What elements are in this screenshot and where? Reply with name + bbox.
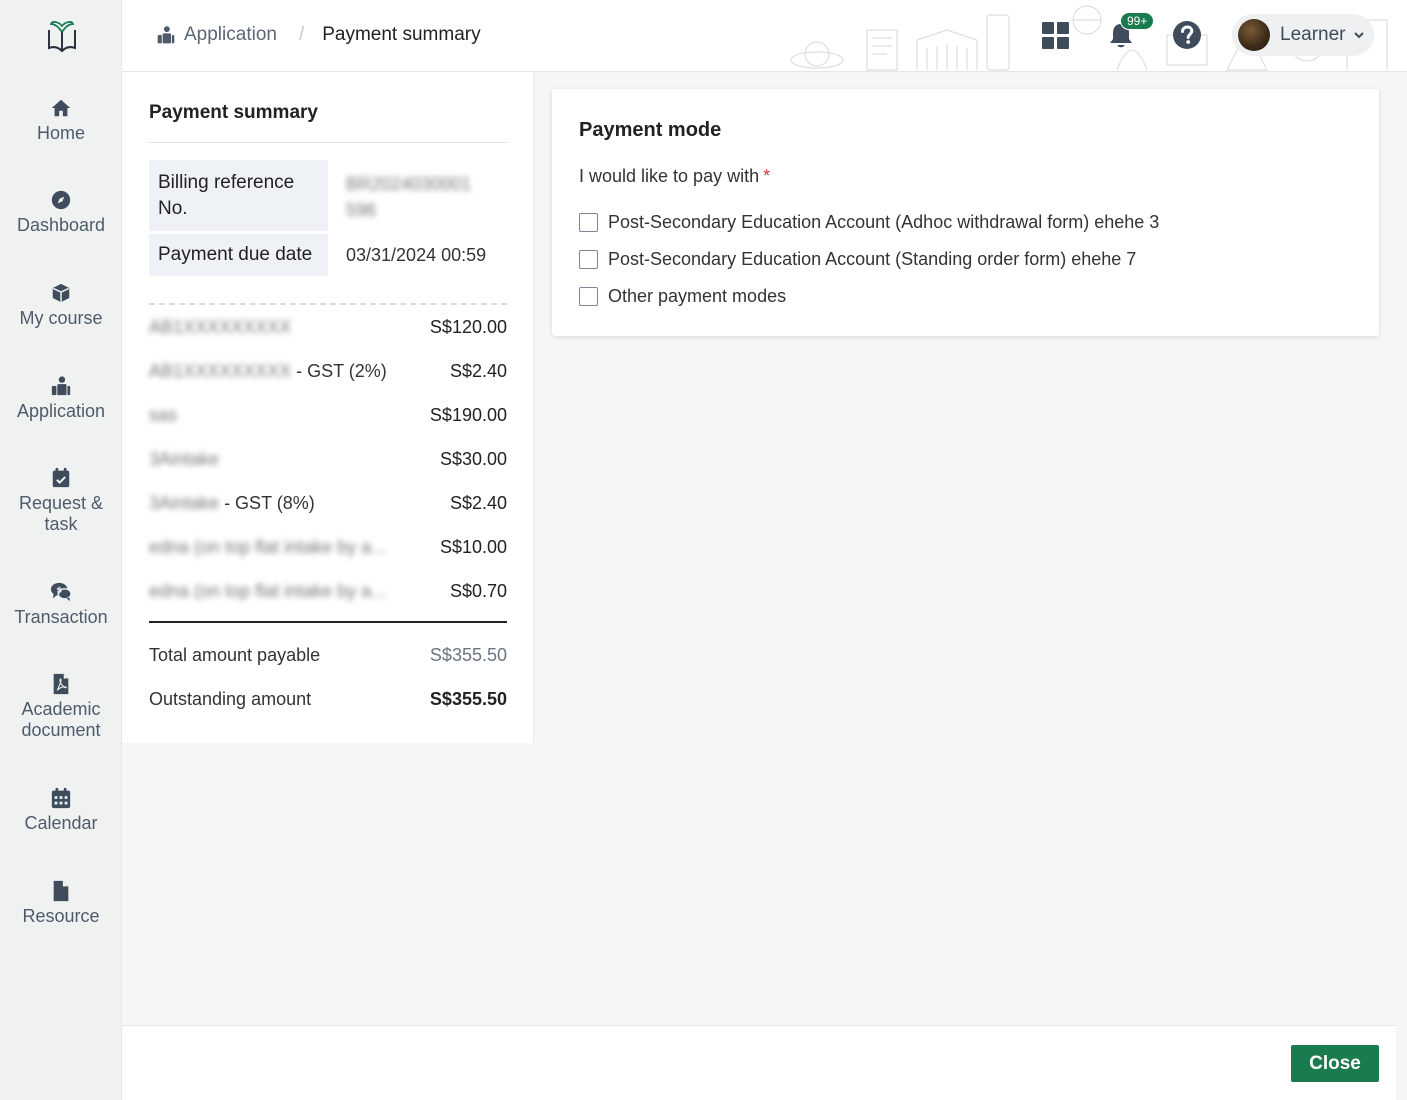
list-item: 3Aintake - GST (8%) S$2.40: [149, 493, 507, 513]
total-divider: [149, 621, 507, 623]
sidebar-item-label: My course: [19, 308, 103, 328]
cube-icon: [50, 282, 72, 304]
list-item: sas S$190.00: [149, 405, 507, 425]
checkbox[interactable]: [579, 250, 598, 269]
payment-prompt: I would like to pay with *: [579, 166, 771, 186]
line-amount: S$2.40: [449, 361, 507, 381]
billing-reference-value: BR2024030001 596: [346, 174, 472, 220]
sidebar-item-application[interactable]: Application: [0, 375, 122, 422]
apps-grid-icon[interactable]: [1042, 22, 1069, 49]
sidebar-item-label: Request &: [18, 493, 104, 513]
sidebar-item-label: Home: [36, 123, 85, 143]
line-amount: S$2.40: [449, 493, 507, 513]
list-item: edna (on top flat intake by a... S$0.70: [149, 581, 507, 601]
payment-option-other[interactable]: Other payment modes: [579, 286, 786, 307]
sidebar-item-request-task[interactable]: Request & task: [0, 467, 122, 535]
breadcrumb-separator: /: [298, 24, 305, 45]
list-item: 3Aintake S$30.00: [149, 449, 507, 469]
outstanding-amount-value: S$355.50: [429, 689, 507, 709]
payment-summary-panel: Payment summary Billing reference No. BR2…: [122, 72, 534, 743]
home-icon: [50, 97, 72, 119]
top-header: Application / Payment summary 99+ Learne…: [122, 0, 1407, 72]
total-amount-label: Total amount payable: [149, 645, 321, 665]
notification-count-badge: 99+: [1120, 12, 1155, 30]
payment-option-standing-order[interactable]: Post-Secondary Education Account (Standi…: [579, 249, 1136, 270]
sidebar-item-resource[interactable]: Resource: [0, 880, 122, 927]
sidebar-item-dashboard[interactable]: Dashboard: [0, 189, 122, 236]
billing-reference-label: Billing reference No.: [149, 160, 328, 231]
app-logo-icon[interactable]: [46, 18, 78, 54]
sidebar-item-academic-document[interactable]: Academic document: [0, 673, 122, 741]
chat-dollar-icon: $: [50, 581, 72, 603]
outstanding-amount-label: Outstanding amount: [149, 689, 312, 709]
line-amount: S$30.00: [439, 449, 507, 469]
help-icon[interactable]: [1172, 20, 1202, 50]
total-amount-row: Total amount payable S$355.50: [149, 645, 507, 666]
sidebar-item-label: Transaction: [14, 607, 108, 627]
outstanding-amount-row: Outstanding amount S$355.50: [149, 689, 507, 710]
user-name: Learner: [1280, 24, 1346, 45]
sidebar-item-label-line2: document: [21, 720, 101, 740]
sidebar-item-home[interactable]: Home: [0, 97, 122, 144]
list-item: AB1XXXXXXXXX - GST (2%) S$2.40: [149, 361, 507, 381]
sidebar: Home Dashboard My course Application Req…: [0, 0, 122, 1100]
sidebar-item-label-line2: task: [44, 514, 78, 534]
sidebar-item-label: Calendar: [24, 813, 98, 833]
pdf-file-icon: [50, 673, 72, 695]
checkbox[interactable]: [579, 213, 598, 232]
payment-option-adhoc[interactable]: Post-Secondary Education Account (Adhoc …: [579, 212, 1159, 233]
footer-bar: Close: [122, 1025, 1396, 1100]
breadcrumb-current: Payment summary: [322, 24, 481, 45]
sidebar-item-label: Academic: [21, 699, 101, 719]
summary-title: Payment summary: [149, 102, 318, 123]
sidebar-item-transaction[interactable]: $ Transaction: [0, 581, 122, 628]
svg-text:$: $: [56, 584, 62, 594]
line-amount: S$120.00: [429, 317, 507, 337]
avatar: [1238, 19, 1270, 51]
required-asterisk: *: [763, 166, 771, 186]
line-amount: S$10.00: [439, 537, 507, 557]
breadcrumb: Application / Payment summary: [156, 24, 481, 46]
user-menu[interactable]: Learner: [1232, 14, 1374, 56]
application-icon: [156, 25, 176, 45]
payment-due-date-value: 03/31/2024 00:59: [346, 245, 487, 265]
payment-mode-title: Payment mode: [579, 119, 722, 141]
line-amount: S$190.00: [429, 405, 507, 425]
checkbox[interactable]: [579, 287, 598, 306]
compass-icon: [50, 189, 72, 211]
payment-due-date-label: Payment due date: [149, 234, 328, 276]
sidebar-item-label: Dashboard: [16, 215, 106, 235]
file-icon: [50, 880, 72, 902]
dashed-divider: [149, 303, 507, 305]
person-box-icon: [50, 375, 72, 397]
sidebar-item-label: Application: [16, 401, 106, 421]
list-item: edna (on top flat intake by a... S$10.00: [149, 537, 507, 557]
list-item: AB1XXXXXXXXX S$120.00: [149, 317, 507, 337]
sidebar-item-my-course[interactable]: My course: [0, 282, 122, 329]
close-button[interactable]: Close: [1291, 1045, 1379, 1082]
line-amount: S$0.70: [449, 581, 507, 601]
breadcrumb-application-link[interactable]: Application: [184, 24, 277, 46]
payment-mode-card: Payment mode I would like to pay with * P…: [552, 89, 1379, 336]
calendar-grid-icon: [50, 787, 72, 809]
chevron-down-icon: [1353, 32, 1364, 39]
sidebar-item-label: Resource: [22, 906, 100, 926]
calendar-check-icon: [50, 467, 72, 489]
total-amount-value: S$355.50: [429, 645, 507, 665]
sidebar-item-calendar[interactable]: Calendar: [0, 787, 122, 834]
divider: [149, 142, 507, 143]
